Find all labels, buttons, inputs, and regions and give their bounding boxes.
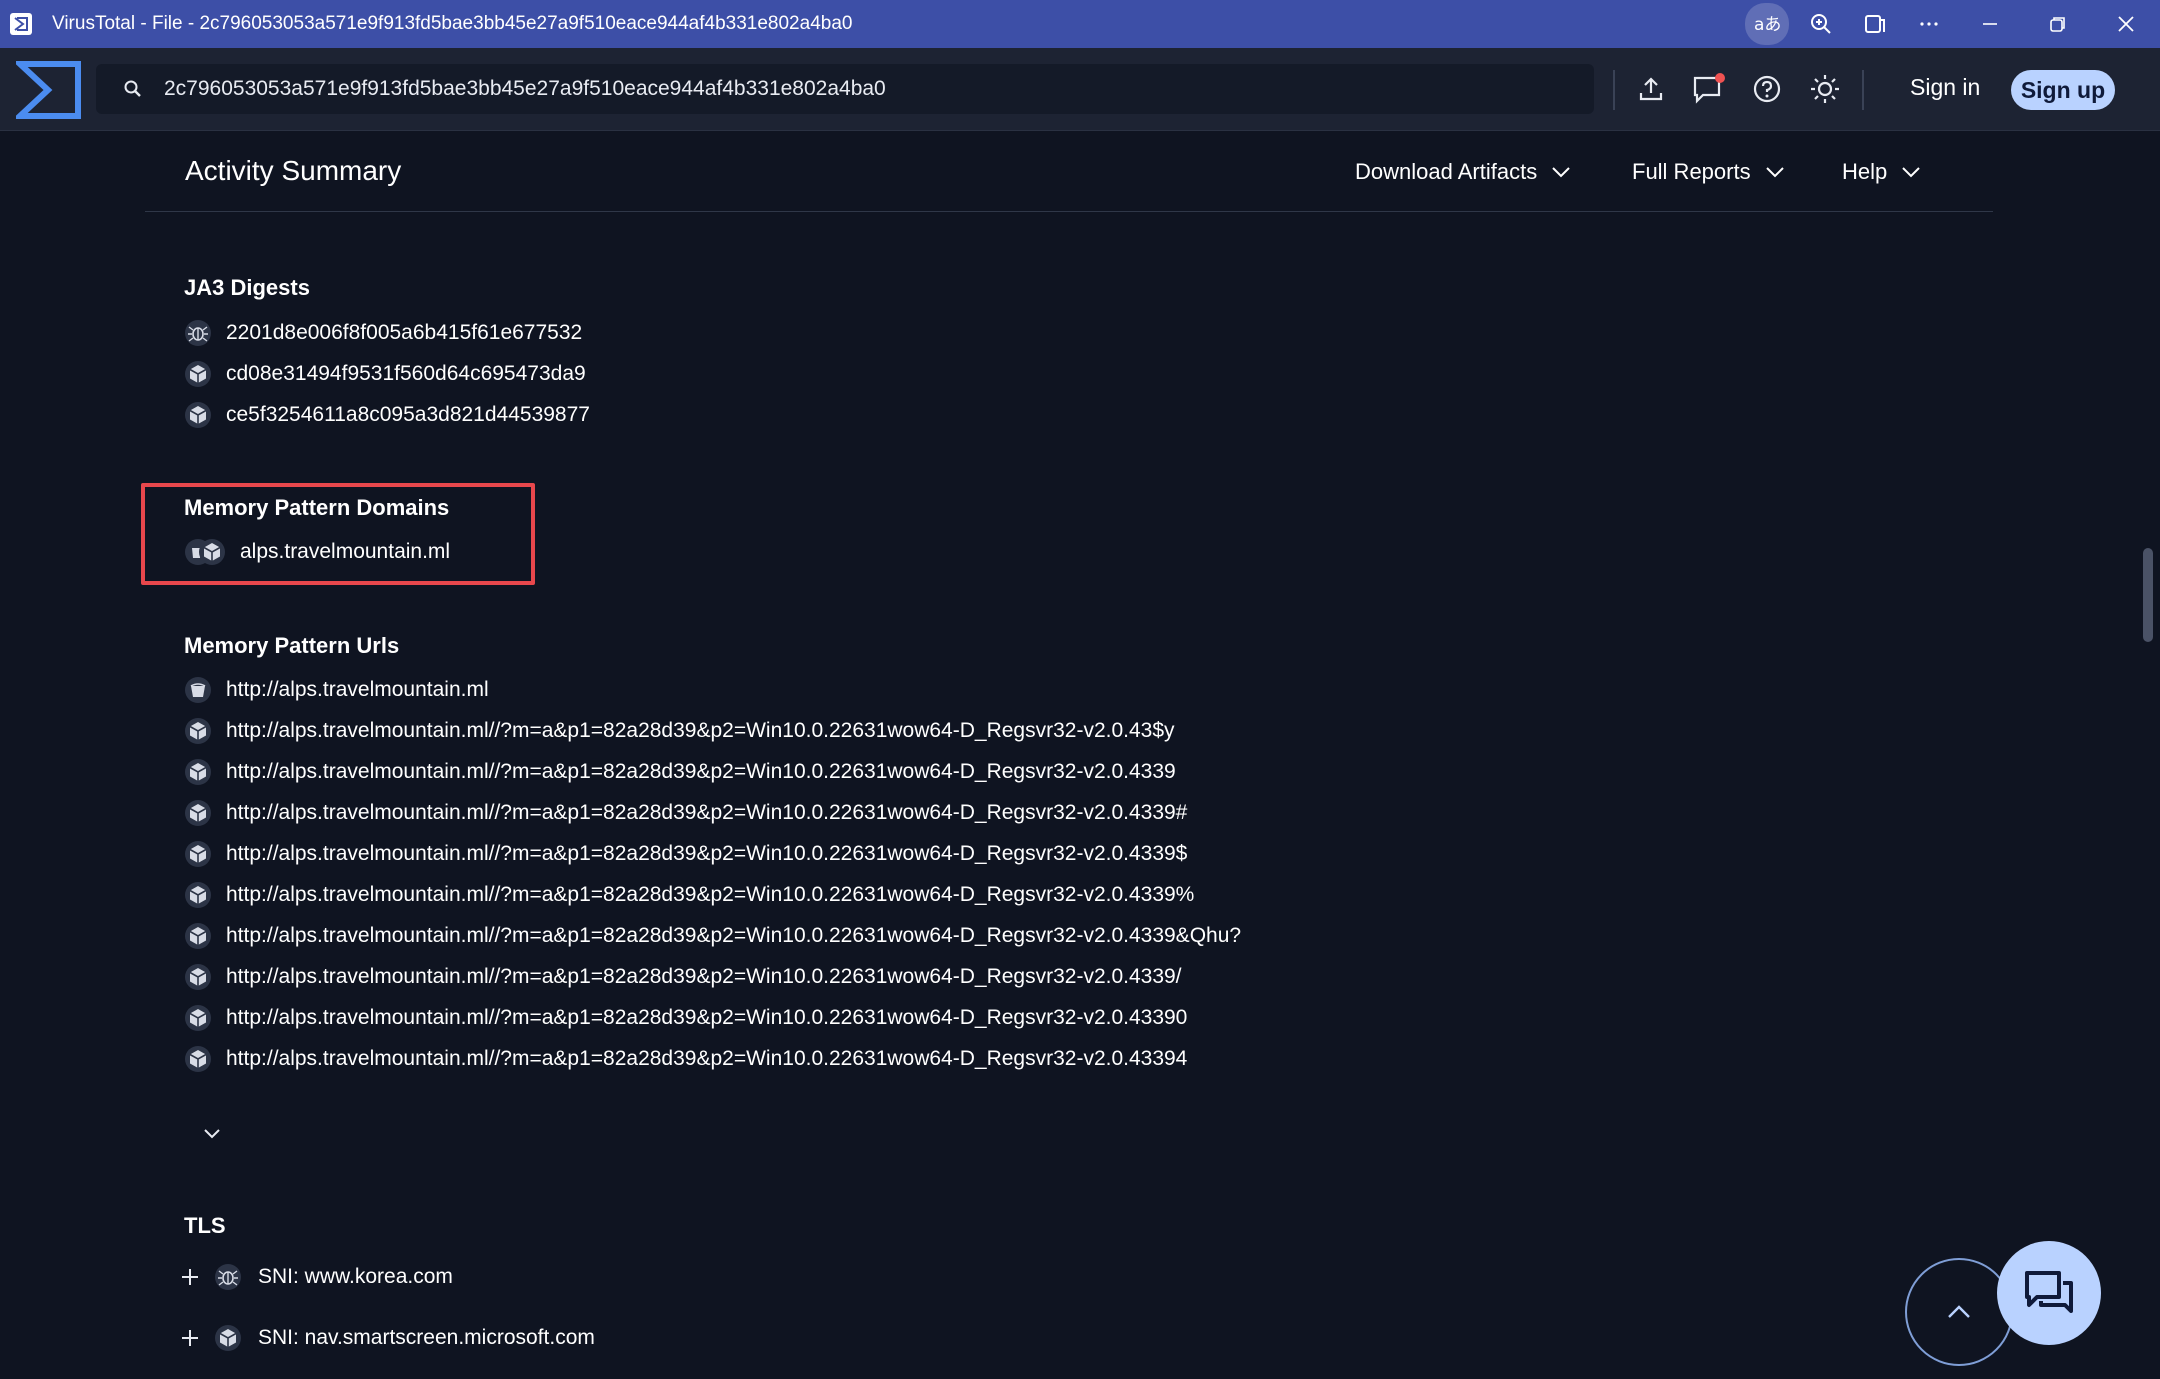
list-item[interactable]: http://alps.travelmountain.ml//?m=a&p1=8…: [184, 1044, 1187, 1074]
scrollbar-thumb[interactable]: [2143, 548, 2153, 642]
memory-url-value: http://alps.travelmountain.ml//?m=a&p1=8…: [226, 883, 1195, 906]
menu-label: Download Artifacts: [1355, 159, 1538, 184]
tls-sni-value: SNI: www.korea.com: [258, 1265, 453, 1288]
help-menu[interactable]: Help: [1842, 159, 1921, 185]
memory-url-value: http://alps.travelmountain.ml//?m=a&p1=8…: [226, 924, 1242, 947]
sandbox-cup-icon: [185, 677, 211, 703]
search-input[interactable]: [164, 69, 1594, 109]
tls-sni-value: SNI: nav.smartscreen.microsoft.com: [258, 1326, 595, 1349]
sandbox-box-icon: [185, 1005, 211, 1031]
chevron-down-icon: [1765, 167, 1784, 178]
sign-in-link[interactable]: Sign in: [1910, 74, 1980, 101]
memory-url-value: http://alps.travelmountain.ml//?m=a&p1=8…: [226, 842, 1188, 865]
list-item[interactable]: cd08e31494f9531f560d64c695473da9: [184, 359, 586, 389]
restore-icon[interactable]: [2024, 0, 2092, 48]
back-to-top-button[interactable]: [1905, 1258, 2013, 1366]
expand-plus-icon[interactable]: [180, 1328, 200, 1348]
chevron-down-icon: [1902, 167, 1920, 178]
close-icon[interactable]: [2092, 0, 2160, 48]
collections-icon[interactable]: [1848, 0, 1902, 48]
tls-title: TLS: [184, 1213, 226, 1238]
memory-url-value: http://alps.travelmountain.ml//?m=a&p1=8…: [226, 965, 1182, 988]
theme-toggle-icon[interactable]: [1808, 72, 1842, 106]
sandbox-box-icon: [185, 923, 211, 949]
sandbox-box-icon: [185, 841, 211, 867]
list-item[interactable]: http://alps.travelmountain.ml//?m=a&p1=8…: [184, 921, 1241, 951]
chevron-up-icon: [1948, 1305, 1970, 1318]
virustotal-logo-icon[interactable]: [12, 60, 82, 120]
zoom-icon[interactable]: [1794, 0, 1848, 48]
ja3-digest-value: 2201d8e006f8f005a6b415f61e677532: [226, 321, 583, 344]
memory-url-value: http://alps.travelmountain.ml//?m=a&p1=8…: [226, 1006, 1188, 1029]
list-item[interactable]: http://alps.travelmountain.ml//?m=a&p1=8…: [184, 880, 1194, 910]
help-icon[interactable]: [1750, 72, 1784, 106]
sandbox-box-icon: [185, 759, 211, 785]
menu-label: Help: [1842, 159, 1888, 184]
translate-icon[interactable]: aあ: [1745, 3, 1789, 45]
list-item[interactable]: http://alps.travelmountain.ml//?m=a&p1=8…: [184, 1003, 1187, 1033]
menu-label: Full Reports: [1632, 159, 1751, 184]
sign-up-button[interactable]: Sign up: [2011, 70, 2115, 110]
tls-row[interactable]: SNI: nav.smartscreen.microsoft.com: [180, 1322, 595, 1354]
expand-more-chevron-icon[interactable]: [200, 1121, 224, 1145]
window-title: VirusTotal - File - 2c796053053a571e9f91…: [52, 13, 853, 34]
bug-icon: [185, 320, 211, 346]
memory-url-value: http://alps.travelmountain.ml//?m=a&p1=8…: [226, 801, 1188, 824]
activity-summary-header: Activity Summary Download Artifacts Full…: [145, 131, 1993, 212]
sandbox-box-icon: [185, 361, 211, 387]
sandbox-pair-icon: [185, 539, 225, 565]
list-item[interactable]: 2201d8e006f8f005a6b415f61e677532: [184, 318, 582, 348]
chat-bubbles-icon: [2025, 1271, 2073, 1313]
virustotal-app-icon: [10, 13, 32, 35]
chat-button[interactable]: [1997, 1241, 2101, 1345]
list-item[interactable]: alps.travelmountain.ml: [184, 537, 450, 567]
memory-pattern-urls-title: Memory Pattern Urls: [184, 633, 400, 658]
memory-url-value: http://alps.travelmountain.ml//?m=a&p1=8…: [226, 1047, 1188, 1070]
chevron-down-icon: [1552, 167, 1570, 178]
scrollbar-track[interactable]: [2140, 131, 2160, 1379]
upload-icon[interactable]: [1634, 72, 1668, 106]
list-item[interactable]: http://alps.travelmountain.ml//?m=a&p1=8…: [184, 716, 1175, 746]
ja3-digests-title: JA3 Digests: [184, 275, 310, 300]
notifications-icon[interactable]: [1692, 72, 1726, 106]
full-reports-menu[interactable]: Full Reports: [1632, 159, 1785, 185]
svg-text:aあ: aあ: [1754, 15, 1780, 35]
top-navigation: Sign in Sign up: [0, 48, 2160, 131]
sandbox-box-icon: [185, 882, 211, 908]
activity-summary-title: Activity Summary: [185, 155, 402, 186]
tls-row[interactable]: SNI: www.korea.com: [180, 1261, 453, 1293]
sandbox-box-icon: [185, 800, 211, 826]
list-item[interactable]: http://alps.travelmountain.ml: [184, 675, 489, 705]
nav-separator: [1613, 70, 1615, 110]
memory-domain-value: alps.travelmountain.ml: [240, 540, 451, 563]
sandbox-box-icon: [185, 964, 211, 990]
window-titlebar: VirusTotal - File - 2c796053053a571e9f91…: [0, 0, 2160, 48]
memory-url-value: http://alps.travelmountain.ml//?m=a&p1=8…: [226, 719, 1175, 742]
memory-url-value: http://alps.travelmountain.ml: [226, 678, 489, 701]
ja3-digest-value: cd08e31494f9531f560d64c695473da9: [226, 362, 586, 385]
minimize-icon[interactable]: [1956, 0, 2024, 48]
search-icon: [124, 80, 141, 97]
list-item[interactable]: http://alps.travelmountain.ml//?m=a&p1=8…: [184, 839, 1187, 869]
bug-icon: [215, 1264, 241, 1290]
list-item[interactable]: http://alps.travelmountain.ml//?m=a&p1=8…: [184, 798, 1187, 828]
list-item[interactable]: http://alps.travelmountain.ml//?m=a&p1=8…: [184, 962, 1182, 992]
more-options-icon[interactable]: [1902, 0, 1956, 48]
list-item[interactable]: http://alps.travelmountain.ml//?m=a&p1=8…: [184, 757, 1176, 787]
search-box[interactable]: [96, 64, 1594, 114]
list-item[interactable]: ce5f3254611a8c095a3d821d44539877: [184, 400, 590, 430]
expand-plus-icon[interactable]: [180, 1267, 200, 1287]
sandbox-box-icon: [185, 402, 211, 428]
memory-url-value: http://alps.travelmountain.ml//?m=a&p1=8…: [226, 760, 1176, 783]
sandbox-box-icon: [185, 1046, 211, 1072]
nav-separator: [1862, 70, 1864, 110]
ja3-digest-value: ce5f3254611a8c095a3d821d44539877: [226, 403, 590, 426]
memory-pattern-domains-title: Memory Pattern Domains: [184, 495, 450, 520]
main-content: Activity Summary Download Artifacts Full…: [0, 131, 2140, 1379]
download-artifacts-menu[interactable]: Download Artifacts: [1355, 159, 1571, 185]
sandbox-box-icon: [215, 1325, 241, 1351]
sandbox-box-icon: [185, 718, 211, 744]
